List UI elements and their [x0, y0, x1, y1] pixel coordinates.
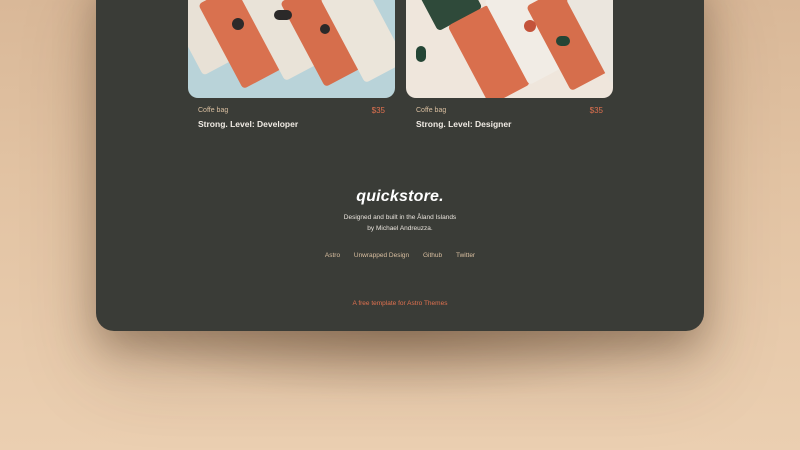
footer-links: Astro Unwrapped Design Github Twitter [96, 252, 704, 259]
footer-link-twitter[interactable]: Twitter [456, 252, 475, 259]
footer-brand-logo[interactable]: quickstore. [96, 188, 704, 206]
footer-link-astro[interactable]: Astro [325, 252, 340, 259]
footer-link-github[interactable]: Github [423, 252, 442, 259]
product-image[interactable] [188, 0, 395, 98]
product-category: Coffe bag [198, 107, 229, 114]
product-category: Coffe bag [416, 107, 447, 114]
product-title[interactable]: Strong. Level: Designer [406, 119, 613, 129]
footer-link-unwrapped-design[interactable]: Unwrapped Design [354, 252, 409, 259]
page-panel: Coffe bag $35 Strong. Level: Developer C… [96, 0, 704, 331]
product-card[interactable]: Coffe bag $35 Strong. Level: Developer [188, 0, 395, 129]
product-price: $35 [371, 106, 385, 115]
product-image[interactable] [406, 0, 613, 98]
product-price: $35 [589, 106, 603, 115]
tagline-line-2: by Michael Andreuzza. [367, 225, 433, 232]
footer-tagline: Designed and built in the Åland Islands … [96, 212, 704, 234]
product-title[interactable]: Strong. Level: Developer [188, 119, 395, 129]
footer-credit[interactable]: A free template for Astro Themes [96, 300, 704, 307]
product-card[interactable]: Coffe bag $35 Strong. Level: Designer [406, 0, 613, 129]
tagline-line-1: Designed and built in the Åland Islands [343, 214, 457, 221]
